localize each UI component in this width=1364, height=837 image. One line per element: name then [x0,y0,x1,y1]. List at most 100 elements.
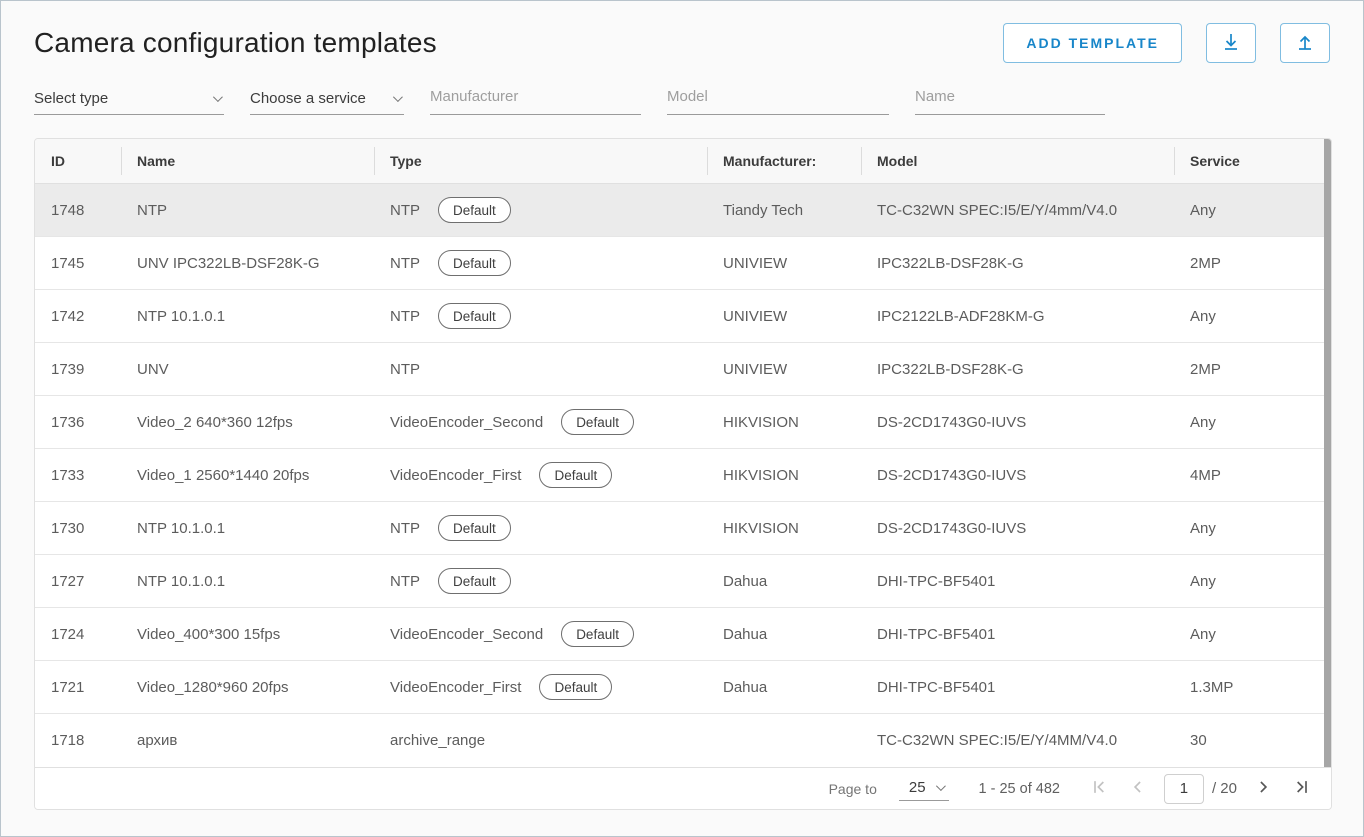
manufacturer-input[interactable] [430,88,641,109]
filter-bar: Select type Choose a service [1,63,1363,115]
table-row[interactable]: 1721 Video_1280*960 20fps VideoEncoder_F… [35,661,1331,714]
manufacturer-field-wrap [430,83,641,115]
cell-model: TC-C32WN SPEC:I5/E/Y/4mm/V4.0 [861,202,1174,219]
cell-name: Video_2 640*360 12fps [121,414,374,431]
name-input[interactable] [915,88,1105,109]
cell-name: NTP 10.1.0.1 [121,520,374,537]
chevron-down-icon [393,92,403,102]
cell-model: IPC2122LB-ADF28KM-G [861,308,1174,325]
column-header-id: ID [35,139,121,183]
cell-type: VideoEncoder_First Default [374,674,707,700]
table-row[interactable]: 1730 NTP 10.1.0.1 NTP Default HIKVISION … [35,502,1331,555]
cell-type: NTP Default [374,250,707,276]
last-page-button[interactable] [1289,777,1313,801]
cell-manufacturer: Dahua [707,679,861,696]
default-badge: Default [438,197,511,223]
cell-service: Any [1174,626,1331,643]
cell-id: 1742 [35,308,121,325]
table-row[interactable]: 1739 UNV NTP UNIVIEW IPC322LB-DSF28K-G 2… [35,343,1331,396]
cell-type: VideoEncoder_Second Default [374,621,707,647]
cell-name: архив [121,732,374,749]
cell-type: VideoEncoder_Second Default [374,409,707,435]
service-select-value: Choose a service [250,90,366,107]
table-row[interactable]: 1727 NTP 10.1.0.1 NTP Default Dahua DHI-… [35,555,1331,608]
default-badge: Default [438,303,511,329]
cell-id: 1730 [35,520,121,537]
first-page-button[interactable] [1088,777,1112,801]
page-size-select[interactable]: 25 [899,777,949,801]
cell-id: 1733 [35,467,121,484]
previous-page-button[interactable] [1126,777,1150,801]
cell-type: NTP Default [374,303,707,329]
cell-model: DS-2CD1743G0-IUVS [861,520,1174,537]
add-template-button[interactable]: ADD TEMPLATE [1003,23,1182,63]
cell-name: UNV IPC322LB-DSF28K-G [121,255,374,272]
cell-service: 4MP [1174,467,1331,484]
cell-model: DS-2CD1743G0-IUVS [861,467,1174,484]
table-row[interactable]: 1733 Video_1 2560*1440 20fps VideoEncode… [35,449,1331,502]
page-title: Camera configuration templates [34,27,437,59]
chevron-down-icon [213,92,223,102]
cell-type-label: NTP [390,308,420,325]
next-page-button[interactable] [1251,777,1275,801]
default-badge: Default [561,621,634,647]
model-input[interactable] [667,88,889,109]
cell-id: 1748 [35,202,121,219]
table-body: 1748 NTP NTP Default Tiandy Tech TC-C32W… [35,184,1331,767]
cell-manufacturer: HIKVISION [707,467,861,484]
column-header-name: Name [121,139,374,183]
type-select-value: Select type [34,90,108,107]
cell-type: VideoEncoder_First Default [374,462,707,488]
cell-name: Video_1 2560*1440 20fps [121,467,374,484]
cell-id: 1739 [35,361,121,378]
cell-name: Video_400*300 15fps [121,626,374,643]
cell-type-label: NTP [390,255,420,272]
default-badge: Default [438,568,511,594]
cell-service: Any [1174,202,1331,219]
templates-table-card: ID Name Type Manufacturer: Model Service… [34,138,1332,810]
table-footer: Page to 25 1 - 25 of 482 / 20 [35,767,1331,809]
table-row[interactable]: 1724 Video_400*300 15fps VideoEncoder_Se… [35,608,1331,661]
next-page-icon [1253,777,1273,800]
vertical-scrollbar[interactable] [1324,139,1331,767]
page-to-label: Page to [829,781,877,797]
cell-service: Any [1174,573,1331,590]
type-select[interactable]: Select type [34,83,224,115]
service-select[interactable]: Choose a service [250,83,404,115]
table-row[interactable]: 1736 Video_2 640*360 12fps VideoEncoder_… [35,396,1331,449]
download-button[interactable] [1206,23,1256,63]
previous-page-icon [1128,777,1148,800]
cell-model: TC-C32WN SPEC:I5/E/Y/4MM/V4.0 [861,732,1174,749]
upload-button[interactable] [1280,23,1330,63]
default-badge: Default [438,515,511,541]
range-text: 1 - 25 of 482 [979,781,1060,797]
cell-manufacturer: Dahua [707,573,861,590]
cell-type-label: NTP [390,573,420,590]
table-row[interactable]: 1718 архив archive_range TC-C32WN SPEC:I… [35,714,1331,767]
default-badge: Default [561,409,634,435]
cell-model: IPC322LB-DSF28K-G [861,255,1174,272]
current-page-input[interactable] [1164,774,1204,804]
cell-model: DHI-TPC-BF5401 [861,573,1174,590]
cell-service: Any [1174,520,1331,537]
cell-service: Any [1174,308,1331,325]
cell-service: 2MP [1174,255,1331,272]
first-page-icon [1090,777,1110,800]
page-size-value: 25 [909,779,926,796]
header-actions: ADD TEMPLATE [1003,23,1330,63]
table-row[interactable]: 1742 NTP 10.1.0.1 NTP Default UNIVIEW IP… [35,290,1331,343]
cell-manufacturer: UNIVIEW [707,308,861,325]
last-page-icon [1291,777,1311,800]
cell-manufacturer: HIKVISION [707,520,861,537]
cell-id: 1724 [35,626,121,643]
cell-model: DHI-TPC-BF5401 [861,679,1174,696]
chevron-down-icon [936,781,946,791]
table-row[interactable]: 1745 UNV IPC322LB-DSF28K-G NTP Default U… [35,237,1331,290]
cell-id: 1718 [35,732,121,749]
column-header-service: Service [1174,139,1331,183]
cell-name: UNV [121,361,374,378]
table-row[interactable]: 1748 NTP NTP Default Tiandy Tech TC-C32W… [35,184,1331,237]
cell-model: DHI-TPC-BF5401 [861,626,1174,643]
cell-name: Video_1280*960 20fps [121,679,374,696]
column-header-manufacturer: Manufacturer: [707,139,861,183]
